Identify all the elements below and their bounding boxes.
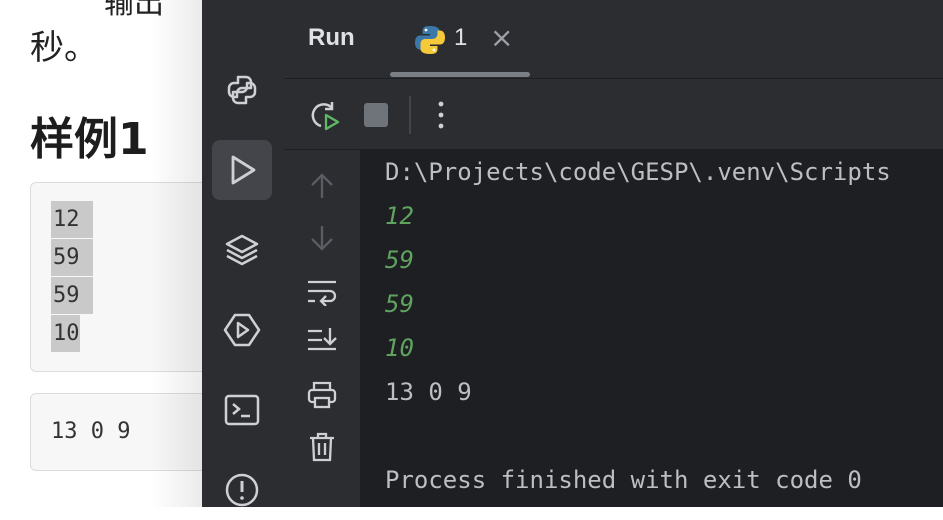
terminal-tool-button[interactable] xyxy=(212,380,272,440)
services-tool-button[interactable] xyxy=(212,300,272,360)
problems-icon xyxy=(225,473,259,507)
scroll-to-end-icon[interactable] xyxy=(306,326,338,356)
stop-icon[interactable] xyxy=(364,103,388,127)
ide-activity-bar xyxy=(202,0,285,507)
sample-output-line: 13 0 9 xyxy=(51,419,131,444)
active-tab-indicator xyxy=(390,72,530,77)
run-tool-button[interactable] xyxy=(212,140,272,200)
layers-icon xyxy=(225,234,259,266)
sample-input-line: 59 xyxy=(51,239,93,276)
python-console-button[interactable] xyxy=(212,60,272,120)
run-icon xyxy=(231,155,256,185)
more-icon[interactable] xyxy=(434,99,448,131)
console-gutter xyxy=(284,150,361,507)
program-output-line: 13 0 9 xyxy=(385,378,472,406)
sample-heading: 样例1 xyxy=(30,114,149,165)
down-arrow-icon[interactable] xyxy=(308,222,336,254)
doc-text-line: 秒。 xyxy=(30,28,98,68)
print-icon[interactable] xyxy=(306,380,338,410)
window-shadow xyxy=(150,0,202,507)
problem-document: 输出 秒。 样例1 12 59 59 10 13 0 9 xyxy=(0,0,202,507)
layers-tool-button[interactable] xyxy=(212,220,272,280)
run-tool-window: Run 1 × D:\Projects\code\GESP\.venv\Scri… xyxy=(284,0,943,507)
command-line: D:\Projects\code\GESP\.venv\Scripts xyxy=(385,158,891,186)
user-input-line: 59 xyxy=(385,246,414,274)
python-console-icon xyxy=(227,75,257,105)
soft-wrap-icon[interactable] xyxy=(306,278,338,306)
run-toolbar xyxy=(284,79,943,150)
up-arrow-icon[interactable] xyxy=(308,170,336,202)
user-input-line: 10 xyxy=(385,334,414,362)
python-icon xyxy=(415,26,445,54)
services-icon xyxy=(223,313,261,347)
run-tab-bar: Run 1 × xyxy=(284,0,943,79)
exit-message: Process finished with exit code 0 xyxy=(385,466,862,494)
terminal-icon xyxy=(224,394,260,426)
toolbar-separator xyxy=(409,96,411,134)
run-window-title: Run xyxy=(308,24,355,51)
rerun-icon[interactable] xyxy=(308,99,340,131)
trash-icon[interactable] xyxy=(308,432,336,462)
console-output[interactable]: D:\Projects\code\GESP\.venv\Scripts 12 5… xyxy=(361,150,943,507)
user-input-line: 12 xyxy=(385,202,414,230)
sample-input-line: 59 xyxy=(51,277,93,314)
sample-input-line: 12 xyxy=(51,201,93,238)
sample-input-line: 10 xyxy=(51,315,80,352)
user-input-line: 59 xyxy=(385,290,414,318)
close-tab-icon[interactable]: × xyxy=(490,21,513,54)
problems-tool-button[interactable] xyxy=(212,460,272,520)
run-tab-label: 1 xyxy=(454,24,468,51)
